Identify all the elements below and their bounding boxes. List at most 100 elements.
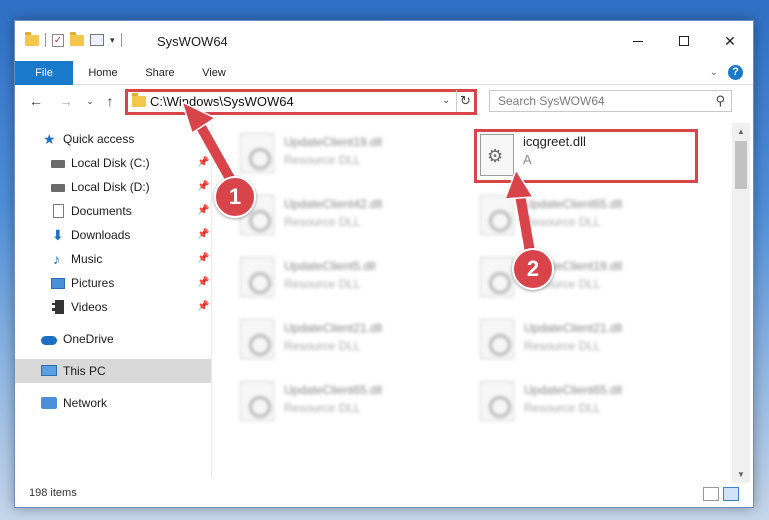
- dll-file-icon: [240, 133, 274, 173]
- address-path[interactable]: C:\Windows\SysWOW64: [150, 94, 294, 109]
- cloud-icon: [41, 336, 57, 345]
- list-item[interactable]: UpdateClient21.dll Resource DLL: [474, 315, 699, 363]
- dll-file-icon: ⚙: [480, 134, 514, 176]
- tab-file[interactable]: File: [15, 61, 73, 85]
- pin-icon[interactable]: 📌: [197, 271, 209, 295]
- pin-icon[interactable]: 📌: [197, 199, 209, 223]
- status-bar: 198 items: [15, 483, 753, 507]
- file-name: UpdateClient19.dll: [284, 135, 383, 149]
- back-button[interactable]: ←: [27, 93, 45, 109]
- window-controls: ✕: [615, 21, 753, 61]
- pin-icon[interactable]: 📌: [197, 295, 209, 319]
- sidebar-item-label: Local Disk (C:): [71, 156, 150, 170]
- refresh-button[interactable]: ↻: [456, 90, 474, 112]
- list-item[interactable]: UpdateClient21.dll Resource DLL: [234, 315, 459, 363]
- list-item[interactable]: UpdateClient19.dll Resource DLL: [474, 253, 699, 301]
- sidebar-item-pictures[interactable]: Pictures 📌: [15, 271, 211, 295]
- scrollbar-thumb[interactable]: [735, 141, 747, 189]
- address-row: ← → ⌄ ↑ C:\Windows\SysWOW64 ⌄ ↻ Search S…: [15, 86, 753, 118]
- sidebar-item-local-disk-d[interactable]: Local Disk (D:) 📌: [15, 175, 211, 199]
- pin-icon[interactable]: 📌: [197, 247, 209, 271]
- sidebar-item-quick-access[interactable]: ★ Quick access: [15, 127, 211, 151]
- dll-file-icon: [480, 319, 514, 359]
- drive-icon: [51, 184, 65, 192]
- large-icons-view-icon[interactable]: [723, 487, 739, 501]
- file-explorer-window: ✓ ▾ SysWOW64 ✕ File Home Share View ⌄ ? …: [14, 20, 754, 508]
- sidebar-item-videos[interactable]: Videos 📌: [15, 295, 211, 319]
- properties-icon[interactable]: [90, 34, 104, 46]
- recent-locations-icon[interactable]: ⌄: [81, 96, 99, 107]
- properties-check-icon[interactable]: ✓: [52, 33, 64, 47]
- minimize-button[interactable]: [615, 21, 661, 61]
- tab-view[interactable]: View: [189, 61, 239, 85]
- dll-file-icon: [480, 195, 514, 235]
- file-type: Resource DLL: [524, 339, 601, 353]
- toolbar-separator: [45, 33, 46, 47]
- sidebar-item-onedrive[interactable]: OneDrive: [15, 327, 211, 351]
- list-item[interactable]: UpdateClient42.dll Resource DLL: [234, 191, 459, 239]
- view-switcher: [703, 487, 739, 501]
- folder-icon: [132, 93, 146, 107]
- close-button[interactable]: ✕: [707, 21, 753, 61]
- music-icon: ♪: [53, 251, 60, 267]
- sidebar-item-local-disk-c[interactable]: Local Disk (C:) 📌: [15, 151, 211, 175]
- list-item[interactable]: UpdateClient19.dll Resource DLL: [234, 129, 459, 177]
- address-dropdown-icon[interactable]: ⌄: [442, 95, 450, 106]
- tab-home[interactable]: Home: [75, 61, 131, 85]
- sidebar-item-label: Pictures: [71, 276, 115, 290]
- list-item[interactable]: UpdateClient65.dll Resource DLL: [474, 377, 699, 425]
- file-type: Resource DLL: [284, 153, 361, 167]
- sidebar-item-label: Local Disk (D:): [71, 180, 150, 194]
- dll-file-icon: [240, 257, 274, 297]
- window-title: SysWOW64: [157, 34, 228, 49]
- file-type: Resource DLL: [284, 215, 361, 229]
- sidebar-item-label: Music: [71, 252, 103, 266]
- maximize-button[interactable]: [661, 21, 707, 61]
- highlighted-file-icqgreet[interactable]: ⚙ icqgreet.dll A: [474, 129, 698, 183]
- vertical-scrollbar[interactable]: ▲ ▼: [732, 123, 750, 483]
- sidebar-item-music[interactable]: ♪ Music 📌: [15, 247, 211, 271]
- scroll-down-icon[interactable]: ▼: [732, 470, 750, 479]
- sidebar-item-label: Videos: [71, 300, 108, 314]
- close-icon: ✕: [724, 32, 736, 49]
- help-icon[interactable]: ?: [728, 65, 743, 80]
- expand-ribbon-icon[interactable]: ⌄: [710, 67, 718, 78]
- computer-icon: [41, 365, 57, 376]
- pin-icon[interactable]: 📌: [197, 175, 209, 199]
- dll-file-icon: [480, 381, 514, 421]
- pin-icon[interactable]: 📌: [197, 151, 209, 175]
- sidebar-item-network[interactable]: Network: [15, 391, 211, 415]
- document-icon: [53, 204, 64, 218]
- pin-icon[interactable]: 📌: [197, 223, 209, 247]
- new-folder-icon[interactable]: [70, 31, 84, 46]
- sidebar-item-downloads[interactable]: ⬇ Downloads 📌: [15, 223, 211, 247]
- sidebar-item-this-pc[interactable]: This PC: [15, 359, 211, 383]
- address-bar[interactable]: C:\Windows\SysWOW64 ⌄ ↻: [125, 89, 477, 115]
- sidebar-item-documents[interactable]: Documents 📌: [15, 199, 211, 223]
- videos-icon: [52, 300, 64, 314]
- file-type: Resource DLL: [284, 277, 361, 291]
- drive-icon: [51, 160, 65, 168]
- file-list: UpdateClient19.dll Resource DLL UpdateCl…: [212, 123, 732, 478]
- sidebar-item-label: Documents: [71, 204, 132, 218]
- list-item[interactable]: UpdateClient5.dll Resource DLL: [234, 253, 459, 301]
- sidebar-item-label: This PC: [63, 364, 106, 378]
- step-2-badge: 2: [512, 248, 554, 290]
- forward-button[interactable]: →: [57, 93, 75, 109]
- tab-share[interactable]: Share: [133, 61, 187, 85]
- file-name: UpdateClient21.dll: [284, 321, 383, 335]
- details-view-icon[interactable]: [703, 487, 719, 501]
- file-name: icqgreet.dll: [523, 134, 586, 149]
- search-icon[interactable]: ⚲: [715, 93, 725, 109]
- file-name: UpdateClient42.dll: [284, 197, 383, 211]
- customize-toolbar-dropdown-icon[interactable]: ▾: [110, 35, 115, 46]
- file-type: Resource DLL: [524, 401, 601, 415]
- up-button[interactable]: ↑: [101, 93, 119, 109]
- scroll-up-icon[interactable]: ▲: [732, 127, 750, 136]
- search-box[interactable]: Search SysWOW64 ⚲: [489, 90, 732, 112]
- list-item[interactable]: UpdateClient65.dll Resource DLL: [234, 377, 459, 425]
- list-item[interactable]: UpdateClient65.dll Resource DLL: [474, 191, 699, 239]
- download-icon: ⬇: [52, 227, 64, 243]
- file-name: UpdateClient65.dll: [524, 383, 623, 397]
- search-input[interactable]: Search SysWOW64: [498, 94, 605, 108]
